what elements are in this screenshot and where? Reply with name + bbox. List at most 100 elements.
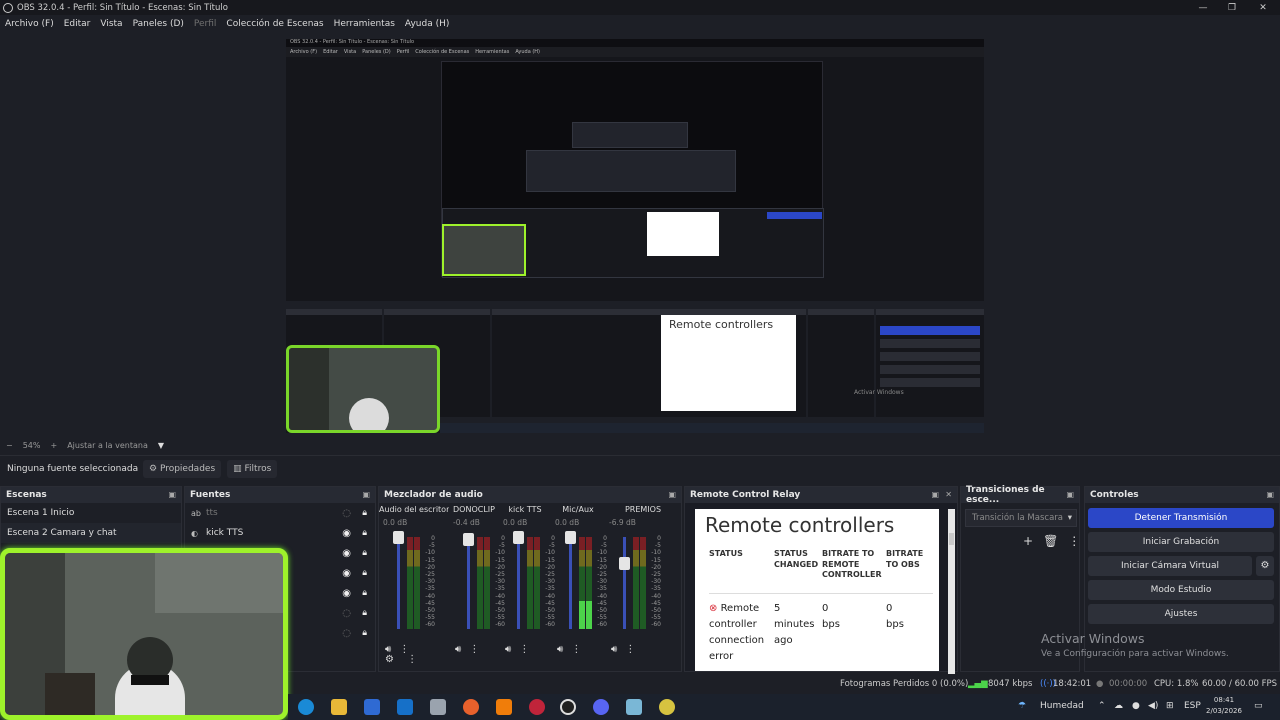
lock-icon[interactable]: 🔒︎ [362, 608, 367, 618]
menu-scene-collection[interactable]: Colección de Escenas [226, 19, 323, 29]
dock-close-icon[interactable]: ✕ [945, 490, 952, 499]
eye-icon[interactable]: ◉ [342, 548, 351, 559]
app-icon[interactable] [430, 699, 446, 715]
advanced-audio-icon[interactable]: ⚙ [385, 654, 394, 665]
volume-slider[interactable] [623, 537, 626, 629]
menu-help[interactable]: Ayuda (H) [405, 19, 449, 29]
tray-overflow-icon[interactable]: ⌃ [1098, 701, 1106, 711]
zoom-out-button[interactable]: − [6, 441, 13, 450]
lock-icon[interactable]: 🔒︎ [362, 508, 367, 518]
dock-float-icon[interactable]: ▣ [931, 490, 939, 499]
vcam-settings-gear-icon[interactable]: ⚙ [1256, 556, 1274, 576]
volume-slider[interactable] [467, 537, 470, 629]
scene-item[interactable]: Escena 1 Inicio [1, 503, 181, 523]
channel-menu-icon[interactable]: ⋮ [571, 644, 581, 655]
volume-slider[interactable] [397, 537, 400, 629]
volume-slider[interactable] [569, 537, 572, 629]
volume-icon[interactable]: ◀) [1148, 701, 1158, 711]
preview-canvas[interactable]: OBS 32.0.4 - Perfil: Sin Título - Escena… [286, 39, 984, 433]
add-icon[interactable]: + [1023, 534, 1033, 548]
firefox-icon[interactable] [463, 699, 479, 715]
app-icon[interactable] [659, 699, 675, 715]
lock-icon[interactable]: 🔒︎ [362, 588, 367, 598]
menu-profile[interactable]: Perfil [194, 19, 217, 29]
filters-button[interactable]: ▥ Filtros [227, 459, 278, 478]
speaker-icon[interactable]: 🔊︎ [611, 644, 617, 655]
lock-icon[interactable]: 🔒︎ [362, 528, 367, 538]
channel-menu-icon[interactable]: ⋮ [469, 644, 479, 655]
menu-tools[interactable]: Herramientas [334, 19, 395, 29]
speaker-icon[interactable]: 🔊︎ [455, 644, 461, 655]
taskbar-clock[interactable]: 08:41 2/03/2026 [1204, 695, 1244, 717]
eye-icon[interactable]: ◉ [342, 528, 351, 539]
transition-select[interactable]: Transición la Mascara ▾ [965, 509, 1077, 527]
volume-slider[interactable] [517, 537, 520, 629]
tray-app-icon[interactable]: ☁ [1114, 701, 1123, 711]
app-icon[interactable] [626, 699, 642, 715]
network-icon[interactable]: ⊞ [1166, 701, 1174, 711]
close-button[interactable]: ✕ [1246, 0, 1280, 15]
channel-name: PREMIOS [624, 505, 662, 514]
menu-edit[interactable]: Editar [64, 19, 91, 29]
start-recording-button[interactable]: Iniciar Grabación [1088, 532, 1274, 552]
scene-item[interactable]: Escena 2 Camara y chat [1, 523, 181, 543]
language-indicator[interactable]: ESP [1184, 701, 1201, 711]
channel-menu-icon[interactable]: ⋮ [519, 644, 529, 655]
dock-float-icon[interactable]: ▣ [668, 490, 676, 499]
lock-icon[interactable]: 🔒︎ [362, 628, 367, 638]
mixer-menu-icon[interactable]: ⋮ [407, 654, 417, 665]
stop-stream-button[interactable]: Detener Transmisión [1088, 508, 1274, 528]
speaker-icon[interactable]: 🔊︎ [557, 644, 563, 655]
volume-slider-handle[interactable] [393, 531, 404, 544]
remote-scrollbar[interactable] [948, 509, 955, 679]
channel-menu-icon[interactable]: ⋮ [625, 644, 635, 655]
app-icon[interactable] [529, 699, 545, 715]
volume-slider-handle[interactable] [565, 531, 576, 544]
notifications-icon[interactable]: ▭ [1254, 701, 1263, 711]
channel-db: -6.9 dB [609, 518, 636, 527]
studio-mode-button[interactable]: Modo Estudio [1088, 580, 1274, 600]
speaker-icon[interactable]: 🔊︎ [505, 644, 511, 655]
settings-button[interactable]: Ajustes [1088, 604, 1274, 624]
restore-button[interactable]: ❐ [1215, 0, 1249, 15]
source-item[interactable]: ◐ kick TTS ◉ 🔒︎ [185, 523, 375, 543]
eye-icon[interactable]: ◉ [342, 588, 351, 599]
menu-view[interactable]: Vista [100, 19, 122, 29]
zoom-level: 54% [22, 440, 41, 450]
volume-slider-handle[interactable] [513, 531, 524, 544]
eye-hidden-icon[interactable]: ◌ [342, 508, 351, 519]
trash-icon[interactable]: 🗑︎ [1043, 534, 1058, 548]
menu-file[interactable]: Archivo (F) [5, 19, 54, 29]
start-virtual-camera-button[interactable]: Iniciar Cámara Virtual [1088, 556, 1252, 576]
zoom-dropdown-icon[interactable]: ▼ [158, 441, 164, 450]
dock-float-icon[interactable]: ▣ [1266, 490, 1274, 499]
fit-window-label[interactable]: Ajustar a la ventana [67, 441, 148, 450]
outlook-icon[interactable] [397, 699, 413, 715]
vlc-icon[interactable] [496, 699, 512, 715]
preview-area[interactable]: OBS 32.0.4 - Perfil: Sin Título - Escena… [0, 33, 1280, 437]
lock-icon[interactable]: 🔒︎ [362, 568, 367, 578]
more-icon[interactable]: ⋮ [1068, 534, 1080, 548]
eye-hidden-icon[interactable]: ◌ [342, 628, 351, 639]
mic-icon[interactable]: ● [1132, 701, 1140, 711]
file-explorer-icon[interactable] [331, 699, 347, 715]
eye-hidden-icon[interactable]: ◌ [342, 608, 351, 619]
menu-docks[interactable]: Paneles (D) [133, 19, 184, 29]
lock-icon[interactable]: 🔒︎ [362, 548, 367, 558]
volume-slider-handle[interactable] [463, 532, 474, 546]
dock-float-icon[interactable]: ▣ [362, 490, 370, 499]
weather-text[interactable]: Humedad [1040, 701, 1084, 711]
discord-icon[interactable] [593, 699, 609, 715]
dock-float-icon[interactable]: ▣ [1066, 490, 1074, 499]
source-item[interactable]: ab tts ◌ 🔒︎ [185, 503, 375, 523]
edge-icon[interactable] [298, 699, 314, 715]
properties-button[interactable]: ⚙ Propiedades [143, 459, 222, 478]
nested-stop-button [880, 326, 980, 335]
volume-slider-handle[interactable] [619, 557, 630, 571]
eye-icon[interactable]: ◉ [342, 568, 351, 579]
zoom-in-button[interactable]: + [50, 441, 57, 450]
scrollbar-thumb[interactable] [949, 533, 954, 545]
obs-taskbar-icon[interactable] [560, 699, 576, 715]
store-icon[interactable] [364, 699, 380, 715]
dock-float-icon[interactable]: ▣ [168, 490, 176, 499]
